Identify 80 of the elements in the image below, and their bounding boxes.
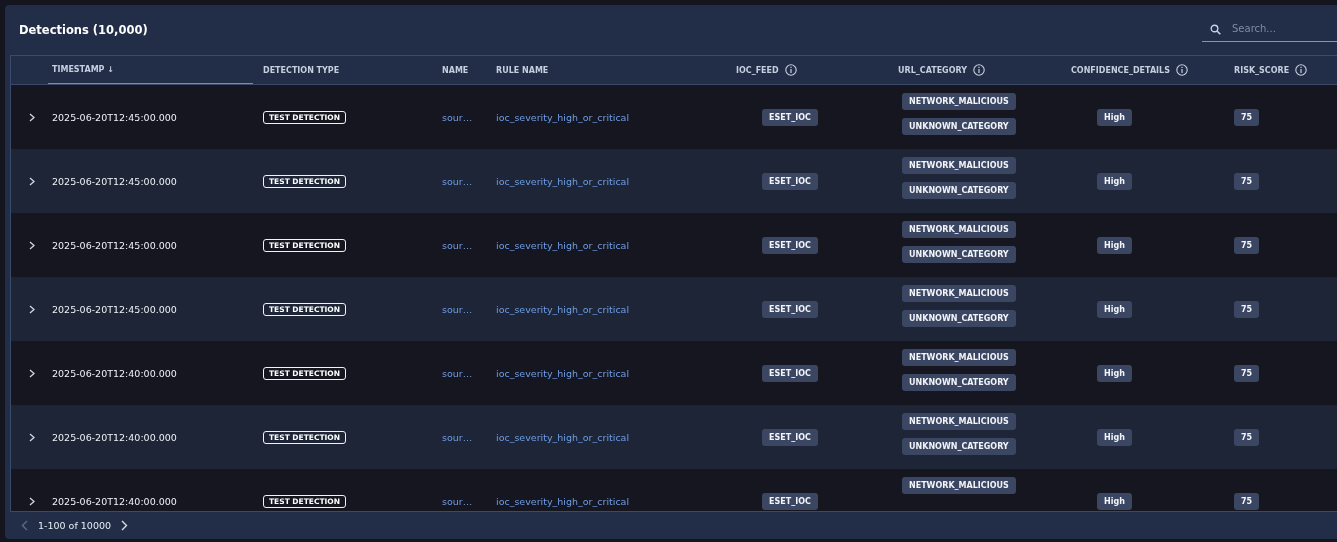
confidence-tag: High [1097, 492, 1132, 510]
url-category-tag: UNKNOWN_CATEGORY [902, 182, 1016, 199]
risk-score-tag: 75 [1234, 492, 1260, 510]
ioc-feed-tag: ESET_IOC [762, 236, 818, 254]
chevron-right-icon [121, 520, 129, 531]
chevron-right-icon [28, 304, 35, 314]
name-link[interactable]: sour… [442, 495, 473, 507]
chevron-right-icon [28, 368, 35, 378]
risk-score-tag: 75 [1234, 236, 1260, 254]
column-header[interactable]: RISK_SCORE [1234, 56, 1324, 84]
url-category-tag: UNKNOWN_CATEGORY [902, 374, 1016, 391]
risk-score-tag: 75 [1234, 364, 1260, 382]
chevron-right-icon [28, 432, 35, 442]
url-category-tag: UNKNOWN_CATEGORY [902, 310, 1016, 327]
confidence-tag: High [1097, 172, 1132, 190]
confidence-tag: High [1097, 108, 1132, 126]
url-category-tag: NETWORK_MALICIOUS [902, 93, 1016, 110]
ioc-feed-tag: ESET_IOC [762, 172, 818, 190]
name-link[interactable]: sour… [442, 239, 473, 251]
name-link[interactable]: sour… [442, 175, 473, 187]
chevron-right-icon [28, 176, 35, 186]
search-field[interactable]: Search... [1202, 16, 1337, 42]
rule-name-link[interactable]: ioc_severity_high_or_critical [496, 495, 630, 507]
info-icon [973, 64, 985, 76]
url-category-tag: UNKNOWN_CATEGORY [902, 438, 1016, 455]
url-category-tag: NETWORK_MALICIOUS [902, 477, 1016, 494]
rule-name-link[interactable]: ioc_severity_high_or_critical [496, 367, 630, 379]
rule-name-link[interactable]: ioc_severity_high_or_critical [496, 239, 630, 251]
rule-name-link[interactable]: ioc_severity_high_or_critical [496, 431, 630, 443]
timestamp-text: 2025-06-20T12:40:00.000 [52, 495, 177, 507]
risk-score-tag: 75 [1234, 108, 1260, 126]
confidence-tag: High [1097, 300, 1132, 318]
confidence-tag: High [1097, 236, 1132, 254]
column-header[interactable]: NAME [442, 56, 496, 84]
url-category-tag: UNKNOWN_CATEGORY [902, 118, 1016, 135]
chevron-left-icon [21, 520, 28, 531]
ioc-feed-tag: ESET_IOC [762, 364, 818, 382]
timestamp-text: 2025-06-20T12:45:00.000 [52, 303, 177, 315]
url-category-tag: NETWORK_MALICIOUS [902, 413, 1016, 430]
info-icon [1175, 64, 1188, 76]
chevron-right-icon [28, 112, 35, 122]
risk-score-tag: 75 [1234, 172, 1260, 190]
ioc-feed-tag: ESET_IOC [762, 108, 818, 126]
column-header[interactable]: IOC_FEED [736, 56, 898, 84]
timestamp-text: 2025-06-20T12:40:00.000 [52, 431, 177, 443]
ioc-feed-tag: ESET_IOC [762, 300, 818, 318]
confidence-tag: High [1097, 428, 1132, 446]
ioc-feed-tag: ESET_IOC [762, 428, 818, 446]
risk-score-tag: 75 [1234, 428, 1260, 446]
timestamp-text: 2025-06-20T12:45:00.000 [52, 111, 177, 123]
info-icon [1295, 64, 1308, 76]
name-link[interactable]: sour… [442, 431, 473, 443]
url-category-tag: NETWORK_MALICIOUS [902, 221, 1016, 238]
url-category-tag: NETWORK_MALICIOUS [902, 349, 1016, 366]
url-category-tag: NETWORK_MALICIOUS [902, 285, 1016, 302]
column-header[interactable]: DETECTION TYPE [263, 56, 442, 84]
column-header[interactable]: RULE NAME [496, 56, 736, 84]
page-range-text: 1-100 of 10000 [38, 520, 112, 531]
timestamp-text: 2025-06-20T12:45:00.000 [52, 239, 177, 251]
panel-title: Detections (10,000) [19, 23, 148, 37]
search-icon [1210, 23, 1221, 35]
column-header[interactable]: URL_CATEGORY [898, 56, 1071, 84]
timestamp-text: 2025-06-20T12:40:00.000 [52, 367, 177, 379]
rule-name-link[interactable]: ioc_severity_high_or_critical [496, 175, 630, 187]
chevron-right-icon [28, 496, 35, 506]
url-category-tag: NETWORK_MALICIOUS [902, 157, 1016, 174]
risk-score-tag: 75 [1234, 300, 1260, 318]
url-category-tag: UNKNOWN_CATEGORY [902, 246, 1016, 263]
confidence-tag: High [1097, 364, 1132, 382]
name-link[interactable]: sour… [442, 303, 473, 315]
rule-name-link[interactable]: ioc_severity_high_or_critical [496, 111, 630, 123]
chevron-right-icon [28, 240, 35, 250]
name-link[interactable]: sour… [442, 367, 473, 379]
info-icon [784, 64, 797, 76]
column-header[interactable]: CONFIDENCE_DETAILS [1071, 56, 1234, 84]
name-link[interactable]: sour… [442, 111, 473, 123]
timestamp-text: 2025-06-20T12:45:00.000 [52, 175, 177, 187]
ioc-feed-tag: ESET_IOC [762, 492, 818, 510]
rule-name-link[interactable]: ioc_severity_high_or_critical [496, 303, 630, 315]
column-header[interactable]: TIMESTAMP ↓ [48, 56, 253, 84]
